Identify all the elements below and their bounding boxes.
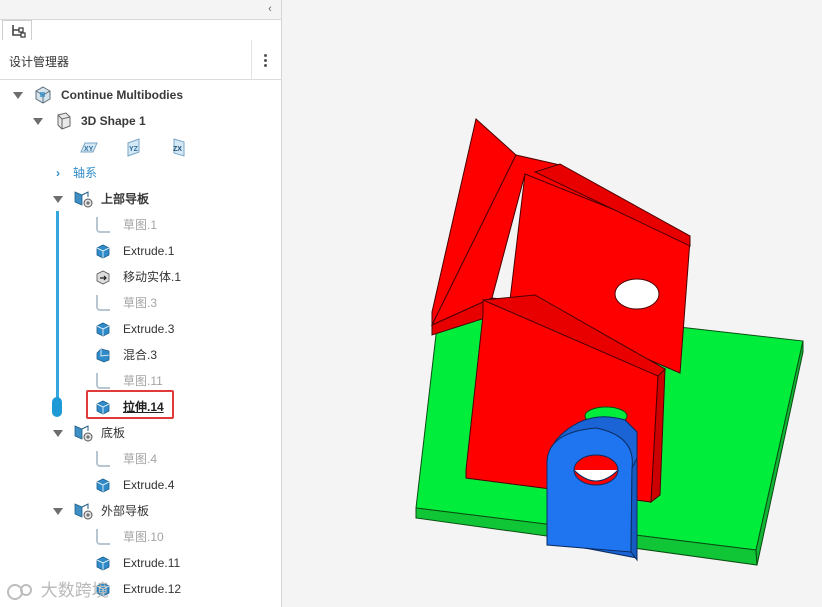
tree-node-extrude[interactable]: Extrude.11 bbox=[0, 551, 281, 575]
outer-group-label: 外部导板 bbox=[101, 504, 150, 518]
blend-icon bbox=[96, 348, 110, 363]
feature-label: 混合.3 bbox=[123, 348, 158, 362]
tree-node-sketch[interactable]: 草图.10 bbox=[0, 525, 281, 549]
yz-plane-icon[interactable]: YZ bbox=[125, 138, 143, 157]
tree-node-blend[interactable]: 混合.3 bbox=[0, 343, 281, 367]
axis-label: 轴系 bbox=[73, 166, 98, 180]
feature-label: 拉伸.14 bbox=[123, 400, 164, 414]
reference-planes-row: XY YZ ZX bbox=[0, 136, 281, 160]
tree-node-outer-guide[interactable]: 外部导板 bbox=[0, 499, 281, 523]
chevron-right-icon[interactable]: › bbox=[56, 161, 60, 185]
sketch-icon bbox=[96, 295, 110, 311]
tree-node-sketch[interactable]: 草图.1 bbox=[0, 213, 281, 237]
tree-node-upper-guide[interactable]: 上部导板 bbox=[0, 187, 281, 211]
tree-node-move-body[interactable]: 移动实体.1 bbox=[0, 265, 281, 289]
panel-header: 设计管理器 bbox=[0, 40, 281, 80]
expand-triangle-icon[interactable] bbox=[53, 430, 63, 437]
tree-node-axis-system[interactable]: › 轴系 bbox=[0, 161, 281, 185]
expand-triangle-icon[interactable] bbox=[53, 508, 63, 515]
multibody-icon bbox=[35, 86, 51, 104]
feature-label: Extrude.11 bbox=[123, 556, 181, 570]
base-group-label: 底板 bbox=[101, 426, 126, 440]
tree-node-sketch[interactable]: 草图.3 bbox=[0, 291, 281, 315]
feature-label: 草图.4 bbox=[123, 452, 158, 466]
feature-label: 草图.10 bbox=[123, 530, 164, 544]
feature-label: 草图.1 bbox=[123, 218, 158, 232]
sketch-icon bbox=[96, 529, 110, 545]
expand-triangle-icon[interactable] bbox=[33, 118, 43, 125]
extrude-icon bbox=[96, 400, 110, 415]
tree-node-root[interactable]: Continue Multibodies bbox=[0, 83, 281, 107]
upper-group-label: 上部导板 bbox=[101, 192, 150, 206]
feature-label: 移动实体.1 bbox=[123, 270, 182, 284]
tree-structure-icon bbox=[12, 25, 26, 38]
move-body-icon bbox=[96, 270, 110, 285]
shape-label: 3D Shape 1 bbox=[81, 114, 146, 128]
feature-label: 草图.3 bbox=[123, 296, 158, 310]
extrude-icon bbox=[96, 244, 110, 259]
panel-tab-strip: ‹ bbox=[0, 0, 281, 20]
tree-node-extrude[interactable]: Extrude.3 bbox=[0, 317, 281, 341]
watermark-text: 大数跨境 bbox=[40, 581, 109, 600]
tree-node-sketch[interactable]: 草图.4 bbox=[0, 447, 281, 471]
body-group-icon bbox=[74, 425, 93, 442]
design-manager-panel: ‹ 设计管理器 Continue Multibodies 3D Shape 1 bbox=[0, 0, 282, 607]
extrude-icon bbox=[96, 322, 110, 337]
body-group-icon bbox=[74, 503, 93, 520]
tab-tree[interactable] bbox=[2, 20, 32, 41]
sketch-icon bbox=[96, 217, 110, 233]
more-options-button[interactable] bbox=[251, 40, 279, 80]
root-label: Continue Multibodies bbox=[61, 88, 183, 102]
watermark-logo-icon bbox=[7, 583, 32, 600]
panel-title: 设计管理器 bbox=[9, 55, 70, 69]
3d-viewport[interactable] bbox=[282, 0, 822, 607]
expand-triangle-icon[interactable] bbox=[13, 92, 23, 99]
extrude-icon bbox=[96, 478, 110, 493]
yz-plane-label: YZ bbox=[129, 146, 139, 153]
feature-label: Extrude.12 bbox=[123, 582, 182, 596]
feature-label: Extrude.4 bbox=[123, 478, 175, 492]
zx-plane-label: ZX bbox=[173, 146, 182, 153]
extrude-icon bbox=[96, 556, 110, 571]
body-group-icon bbox=[74, 191, 93, 208]
blue-outer-guide[interactable] bbox=[546, 416, 638, 562]
xy-plane-label: XY bbox=[84, 146, 94, 153]
feature-label: Extrude.1 bbox=[123, 244, 175, 258]
tree-node-extrude-selected[interactable]: 拉伸.14 bbox=[0, 395, 281, 419]
collapse-panel-icon[interactable]: ‹ bbox=[263, 2, 277, 16]
zx-plane-icon[interactable]: ZX bbox=[170, 138, 188, 157]
xy-plane-icon[interactable]: XY bbox=[79, 140, 99, 156]
sketch-icon bbox=[96, 373, 110, 389]
feature-label: Extrude.3 bbox=[123, 322, 175, 336]
tree-node-base-plate[interactable]: 底板 bbox=[0, 421, 281, 445]
tree-node-extrude[interactable]: Extrude.4 bbox=[0, 473, 281, 497]
watermark: 大数跨境 bbox=[6, 578, 109, 604]
3d-shape-icon bbox=[57, 112, 71, 130]
3d-model-canvas[interactable] bbox=[282, 0, 822, 607]
tree-node-3d-shape[interactable]: 3D Shape 1 bbox=[0, 109, 281, 133]
expand-triangle-icon[interactable] bbox=[53, 196, 63, 203]
sketch-icon bbox=[96, 451, 110, 467]
tree-node-extrude[interactable]: Extrude.1 bbox=[0, 239, 281, 263]
